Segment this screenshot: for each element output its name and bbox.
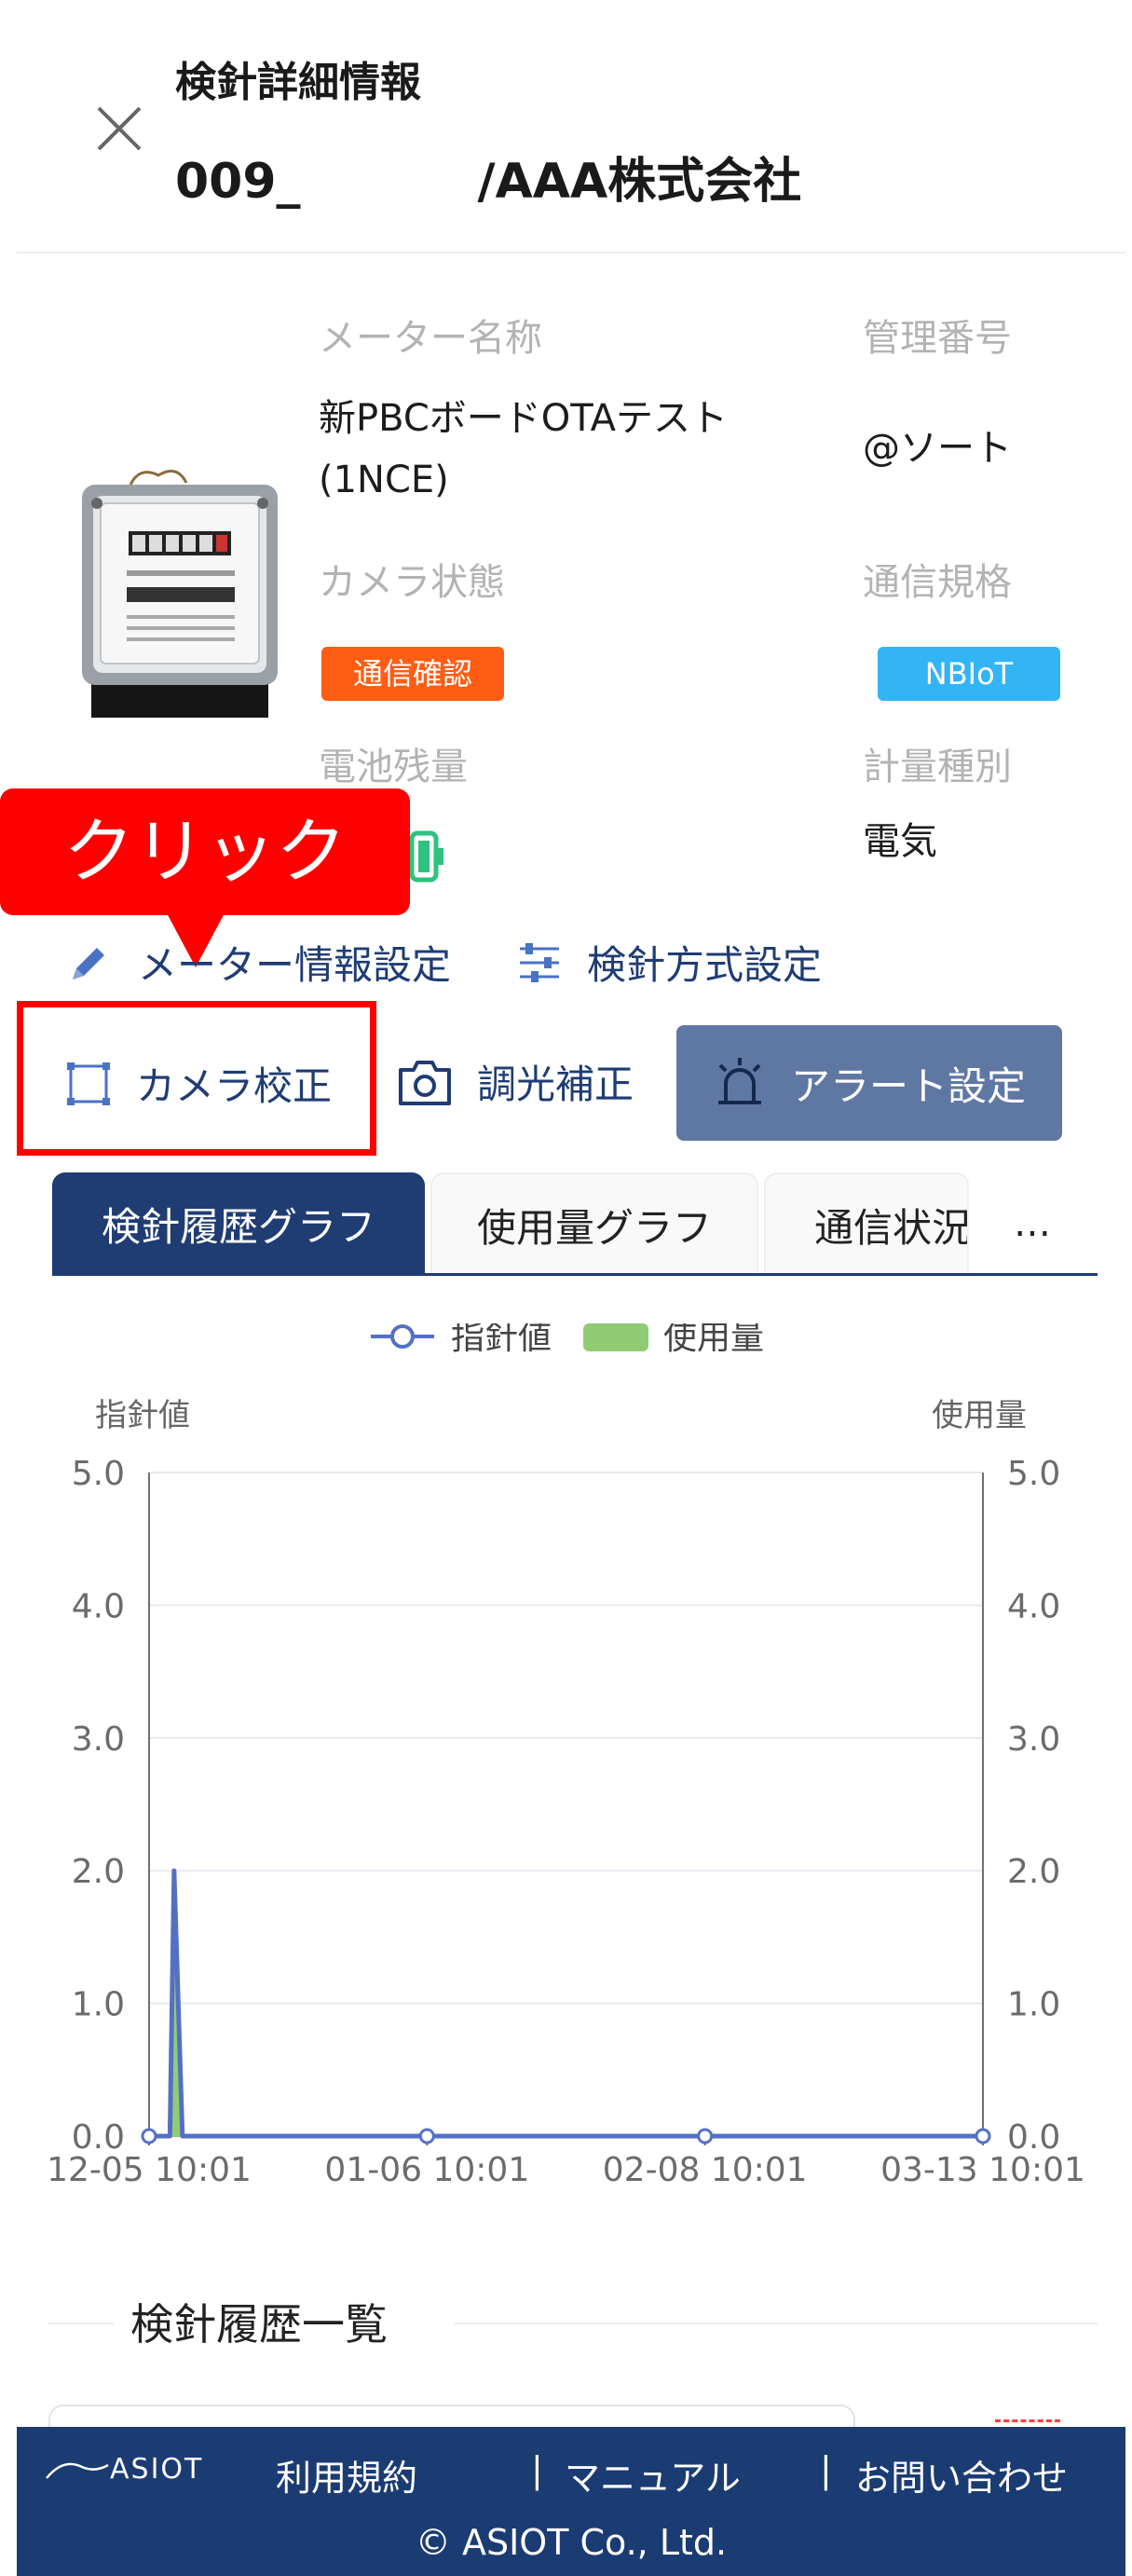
meter-name-label: メーター名称: [319, 317, 542, 360]
meter-id: 009_: [175, 154, 301, 210]
reading-point: [418, 2128, 435, 2144]
y-tick-label-right: 4.0: [1007, 1587, 1060, 1625]
more-tabs-button[interactable]: …: [1014, 1202, 1051, 1245]
tab-reading-history-graph[interactable]: 検針履歴グラフ: [52, 1172, 425, 1275]
y-tick-label-right: 3.0: [1007, 1720, 1060, 1759]
y-tick-label-left: 1.0: [72, 1986, 125, 2024]
x-tick-label: 12-05 10:01: [47, 2151, 252, 2189]
y-tick-label-left: 5.0: [72, 1455, 125, 1493]
asiot-logo-icon: [46, 2462, 109, 2479]
tab-communication-status[interactable]: 通信状況: [764, 1172, 969, 1275]
footer-contact-link[interactable]: お問い合わせ: [855, 2449, 1068, 2501]
battery-label: 電池残量: [319, 746, 468, 788]
history-divider-right: [455, 2323, 1098, 2324]
footer-terms-link[interactable]: 利用規約: [276, 2449, 417, 2501]
meter-info-settings-label: メーター情報設定: [138, 942, 452, 988]
y-axis-title-right: 使用量: [932, 1397, 1027, 1434]
footer-logo-text: ASIOT: [110, 2453, 204, 2486]
meter-name-line1: 新PBCボードOTAテスト: [319, 397, 728, 440]
meter-info-settings-link[interactable]: メーター情報設定: [65, 934, 451, 991]
x-tick-label: 01-06 10:01: [324, 2151, 529, 2189]
page-subtitle: 009_ /AAA株式会社: [175, 142, 801, 212]
camera-status-label: カメラ状態: [319, 561, 505, 604]
comm-standard-badge: NBIoT: [878, 647, 1060, 701]
footer-manual-link[interactable]: マニュアル: [565, 2449, 741, 2501]
reading-history-chart: 指針値 使用量指針値 使用量0.0 0.01.0 1.02.0 2.03.0 3.04.0 4…: [47, 1323, 1085, 2189]
reading-history-list-title: 検針履歴一覧: [130, 2299, 388, 2350]
y-tick-label-left: 2.0: [72, 1853, 125, 1891]
tab-underline: [52, 1273, 1098, 1276]
legend-area-marker: [583, 1323, 648, 1351]
reading-method-settings-link[interactable]: 検針方式設定: [516, 934, 822, 991]
legend-label: 指針値: [451, 1323, 552, 1357]
reading-point: [697, 2128, 714, 2144]
meter-image: [82, 470, 278, 718]
reading-point: [975, 2128, 991, 2144]
company-name: /AAA株式会社: [477, 154, 802, 210]
measure-type-label: 計量種別: [863, 746, 1012, 788]
y-tick-label-right: 1.0: [1007, 1986, 1060, 2024]
battery-icon: [410, 830, 443, 883]
management-number-label: 管理番号: [863, 317, 1012, 360]
siren-icon: [717, 1058, 761, 1104]
footer-copyright: © ASIOT Co., Ltd.: [415, 2522, 728, 2563]
camera-icon: [399, 1060, 451, 1105]
close-icon[interactable]: [93, 103, 145, 155]
y-tick-label-right: 2.0: [1007, 1853, 1060, 1891]
light-correction-button[interactable]: 調光補正: [397, 1053, 634, 1110]
callout-text: クリック: [63, 810, 347, 893]
camera-status-badge: 通信確認: [321, 647, 504, 701]
y-tick-label-right: 5.0: [1007, 1455, 1060, 1493]
footer-separator: |: [820, 2449, 832, 2490]
footer-logo[interactable]: ASIOT: [45, 2453, 203, 2486]
x-tick-label: 03-13 10:01: [880, 2151, 1085, 2189]
measure-type-value: 電気: [863, 820, 937, 863]
crop-frame-icon: [67, 1062, 110, 1105]
legend-label: 使用量: [663, 1323, 764, 1357]
y-tick-label-left: 3.0: [72, 1720, 125, 1759]
x-tick-label: 02-08 10:01: [603, 2151, 808, 2189]
legend-line-marker-dot: [390, 1324, 415, 1349]
camera-calibration-button[interactable]: カメラ校正: [65, 1055, 332, 1112]
y-axis-title-left: 指針値: [95, 1397, 190, 1434]
light-correction-label: 調光補正: [477, 1062, 634, 1107]
reading-method-settings-label: 検針方式設定: [587, 942, 823, 988]
tab-usage-graph[interactable]: 使用量グラフ: [430, 1172, 758, 1275]
alert-settings-button[interactable]: アラート設定: [676, 1025, 1062, 1141]
alert-settings-label: アラート設定: [790, 1062, 1026, 1109]
pencil-icon: [73, 947, 104, 980]
reading-point: [141, 2128, 157, 2144]
history-divider-left: [48, 2323, 114, 2324]
y-tick-label-left: 4.0: [72, 1587, 125, 1625]
comm-standard-label: 通信規格: [863, 561, 1012, 604]
meter-name-line2: (1NCE): [319, 459, 449, 501]
camera-calibration-label: カメラ校正: [136, 1063, 333, 1109]
footer-separator: |: [531, 2449, 543, 2490]
header-divider: [17, 252, 1125, 253]
sliders-icon: [520, 942, 559, 982]
management-number-value: @ソート: [863, 427, 1012, 470]
page-title: 検針詳細情報: [175, 59, 421, 106]
